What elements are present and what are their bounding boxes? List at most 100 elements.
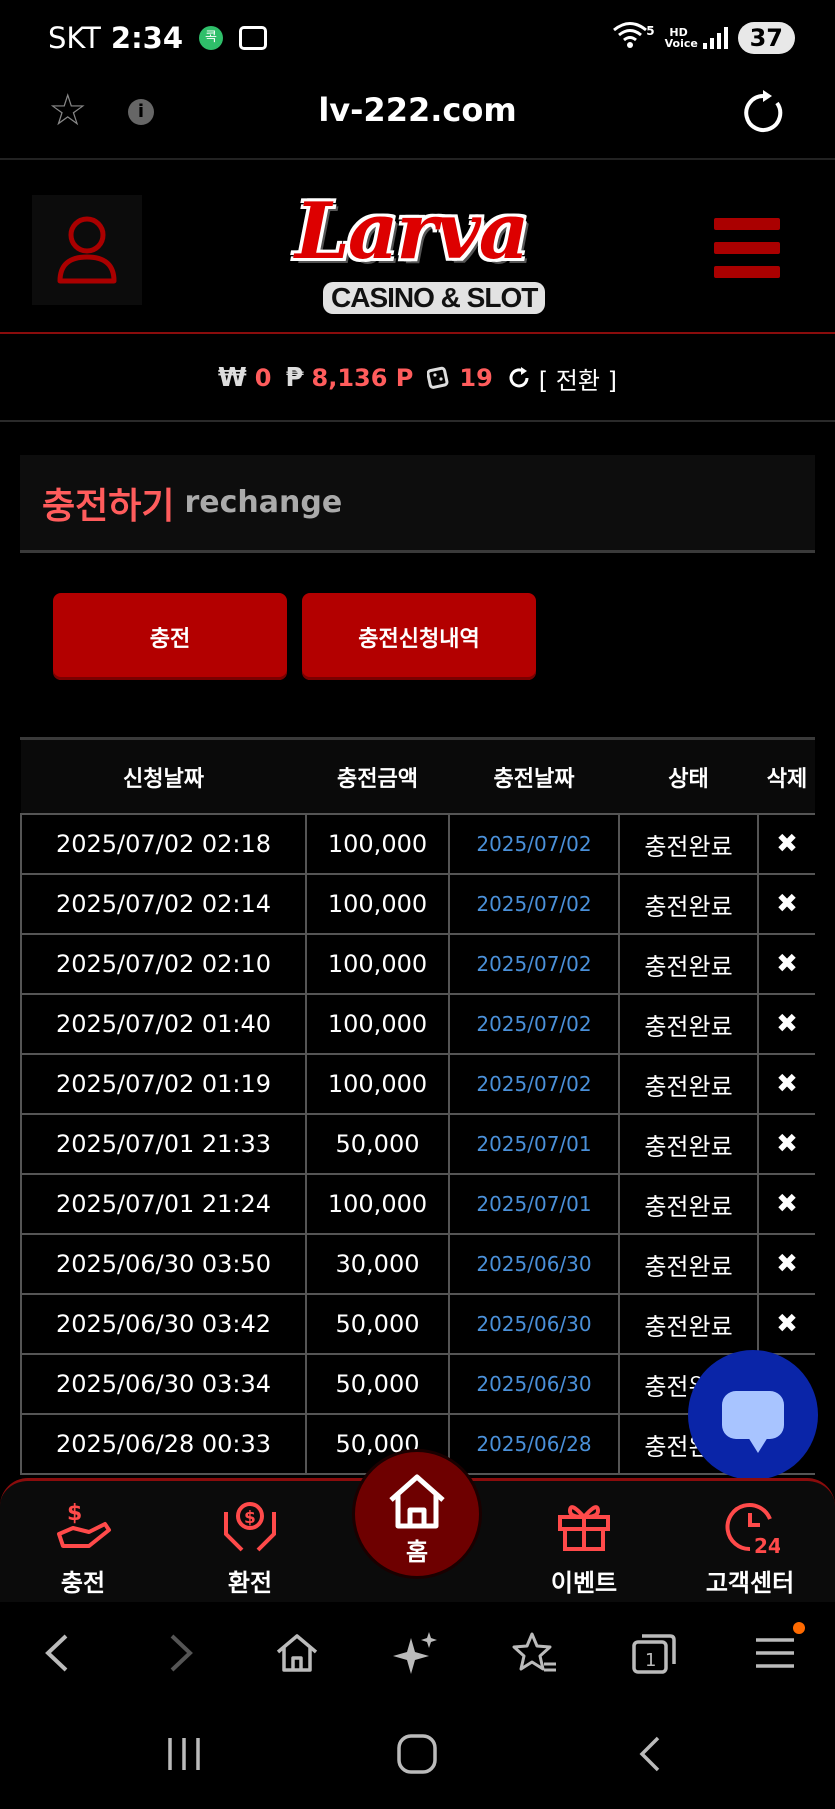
tabs-icon[interactable]: 1: [628, 1628, 678, 1678]
user-button[interactable]: [32, 195, 142, 305]
status: 충전완료: [618, 1113, 759, 1175]
reload-icon[interactable]: [739, 89, 787, 137]
browser-home-icon[interactable]: [272, 1628, 322, 1678]
recharge-section-header: 충전하기 rechange: [20, 455, 815, 553]
amount: 30,000: [305, 1233, 450, 1295]
nav-exchange-label: 환전: [227, 1569, 273, 1597]
bookmarks-icon[interactable]: [510, 1628, 560, 1678]
notification-dot: [793, 1622, 805, 1634]
chip-balance: 19: [427, 364, 493, 392]
requested-date: 2025/07/02 01:40: [20, 993, 307, 1055]
delete-icon[interactable]: ✖: [757, 993, 815, 1055]
nav-home[interactable]: 홈: [352, 1449, 482, 1579]
status-left: SKT 2:34 콕: [48, 20, 268, 55]
browser-address-bar: ☆ i lv-222.com: [0, 75, 835, 160]
status: 충전완료: [618, 1233, 759, 1295]
system-back-icon[interactable]: [630, 1732, 674, 1776]
delete-icon[interactable]: ✖: [757, 1233, 815, 1295]
delete-icon[interactable]: ✖: [757, 933, 815, 995]
table-row: 2025/07/02 01:19 100,000 2025/07/02 충전완료 ✖: [20, 1053, 815, 1115]
delete-icon[interactable]: ✖: [757, 1113, 815, 1175]
url-text[interactable]: lv-222.com: [0, 91, 835, 129]
logo-wordmark: Larva: [295, 186, 529, 277]
point-balance: ₱ 8,136 P: [285, 363, 413, 393]
delete-icon[interactable]: ✖: [757, 1053, 815, 1115]
amount: 100,000: [305, 1053, 450, 1115]
charge-button[interactable]: 충전: [53, 593, 287, 680]
hd-voice-icon: HD Voice: [664, 25, 698, 50]
nav-charge[interactable]: $ 충전: [23, 1495, 143, 1598]
requested-date: 2025/06/30 03:42: [20, 1293, 307, 1355]
table-row: 2025/07/02 02:18 100,000 2025/07/02 충전완료 ✖: [20, 813, 815, 875]
system-home-icon[interactable]: [393, 1730, 441, 1778]
charge-history-button[interactable]: 충전신청내역: [302, 593, 536, 680]
charged-date: 2025/07/02: [448, 873, 620, 935]
nav-support[interactable]: 24 고객센터: [690, 1495, 810, 1598]
table-row: 2025/06/30 03:42 50,000 2025/06/30 충전완료 ✖: [20, 1293, 815, 1355]
header-amount: 충전금액: [306, 740, 449, 814]
status: 충전완료: [618, 873, 759, 935]
header-status: 상태: [619, 740, 758, 814]
nav-home-label: 홈: [405, 1538, 429, 1566]
cash-value: 0: [254, 364, 272, 392]
charged-date: 2025/06/30: [448, 1353, 620, 1415]
signal-icon: [702, 26, 728, 49]
chat-button[interactable]: [688, 1350, 818, 1480]
system-nav-bar: [0, 1702, 835, 1809]
delete-icon[interactable]: ✖: [757, 1173, 815, 1235]
header-charged-date: 충전날짜: [449, 740, 619, 814]
wifi-icon: [612, 21, 648, 55]
requested-date: 2025/06/30 03:50: [20, 1233, 307, 1295]
site-logo[interactable]: Larva CASINO & SLOT: [285, 170, 550, 320]
charged-date: 2025/07/02: [448, 933, 620, 995]
point-value: 8,136 P: [311, 364, 414, 392]
amount: 50,000: [305, 1293, 450, 1355]
site-bottom-nav: $ 충전 $ 환전 홈 이벤트 24 고객센터: [0, 1449, 835, 1602]
requested-date: 2025/07/02 02:10: [20, 933, 307, 995]
switch-button[interactable]: [ 전환 ]: [507, 361, 617, 396]
page-subtitle: rechange: [184, 485, 343, 520]
status: 충전완료: [618, 1293, 759, 1355]
forward-arrow-icon[interactable]: [154, 1628, 204, 1678]
table-row: 2025/07/02 01:40 100,000 2025/07/02 충전완료 ✖: [20, 993, 815, 1055]
amount: 50,000: [305, 1353, 450, 1415]
nav-event-label: 이벤트: [550, 1569, 618, 1597]
carrier-label: SKT: [48, 20, 101, 55]
clock: 2:34: [110, 20, 184, 55]
charged-date: 2025/06/30: [448, 1293, 620, 1355]
status: 충전완료: [618, 1173, 759, 1235]
status: 충전완료: [618, 813, 759, 875]
svg-text:$: $: [244, 1508, 256, 1528]
sparkle-icon[interactable]: [391, 1628, 441, 1678]
nav-exchange[interactable]: $ 환전: [190, 1495, 310, 1598]
home-icon: [355, 1452, 479, 1532]
table-header-row: 신청날짜 충전금액 충전날짜 상태 삭제: [21, 740, 815, 814]
hamburger-menu-icon[interactable]: [714, 218, 780, 278]
delete-icon[interactable]: ✖: [757, 873, 815, 935]
recent-apps-icon[interactable]: [162, 1732, 206, 1776]
nav-support-label: 고객센터: [705, 1569, 795, 1597]
charged-date: 2025/07/01: [448, 1173, 620, 1235]
chat-bubble-icon: [722, 1391, 784, 1453]
back-arrow-icon[interactable]: [34, 1628, 84, 1678]
table-row: 2025/07/02 02:14 100,000 2025/07/02 충전완료 ✖: [20, 873, 815, 935]
table-row: 2025/06/30 03:50 30,000 2025/06/30 충전완료 ✖: [20, 1233, 815, 1295]
status-bar: SKT 2:34 콕 5 HD Voice 37: [0, 0, 835, 75]
refresh-icon: [509, 367, 529, 388]
charged-date: 2025/07/02: [448, 993, 620, 1055]
won-icon: ₩: [218, 363, 247, 393]
charged-date: 2025/06/30: [448, 1233, 620, 1295]
amount: 100,000: [305, 873, 450, 935]
gift-icon: [524, 1495, 644, 1557]
delete-icon[interactable]: ✖: [757, 1293, 815, 1355]
amount: 100,000: [305, 933, 450, 995]
nav-event[interactable]: 이벤트: [524, 1495, 644, 1598]
balance-bar: ₩ 0 ₱ 8,136 P 19 [ 전환 ]: [0, 336, 835, 422]
charge-history-table: 신청날짜 충전금액 충전날짜 상태 삭제 2025/07/02 02:18 100…: [20, 737, 815, 1479]
header-requested-date: 신청날짜: [21, 740, 306, 814]
svg-text:1: 1: [645, 1650, 656, 1671]
browser-menu-icon[interactable]: [750, 1628, 800, 1678]
page-title: 충전하기: [42, 485, 175, 527]
status: 충전완료: [618, 993, 759, 1055]
delete-icon[interactable]: ✖: [757, 813, 815, 875]
